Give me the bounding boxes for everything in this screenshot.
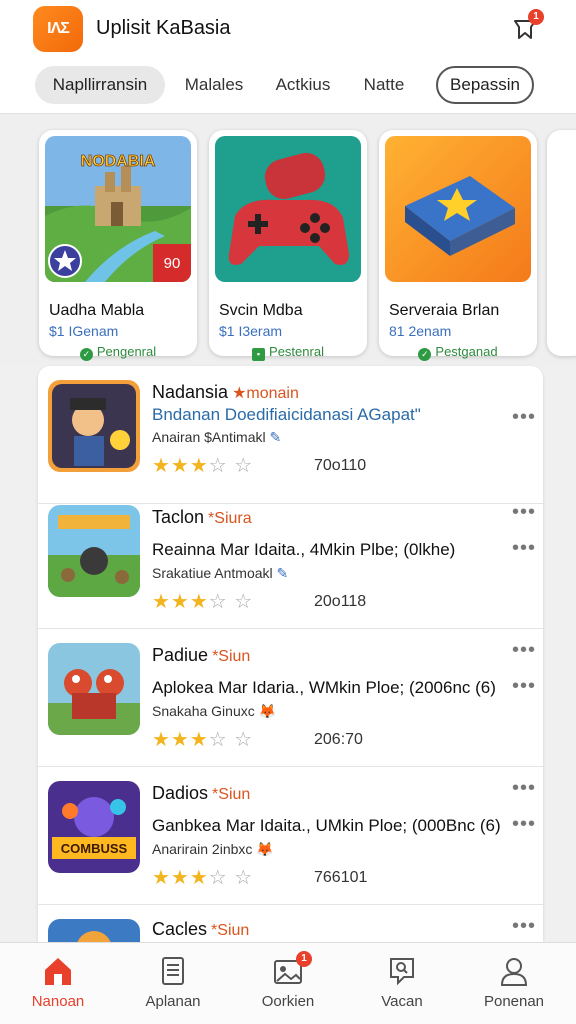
app-developer: Srakatiue Antmoakl ✎ (152, 565, 289, 581)
list-item[interactable]: Padiue *Siun Aplokea Mar Idaria., WMkin P… (38, 629, 543, 767)
tab-0[interactable]: Napllirransin (35, 66, 165, 104)
featured-carousel[interactable]: NODABIA 90 Uadha Mabla $1 IGenam ✓ Pengen… (0, 114, 576, 364)
more-options-icon[interactable]: ••• (512, 675, 536, 698)
rating-stars: ★★★☆ ☆ (152, 455, 254, 477)
search-tag-icon (390, 958, 414, 986)
app-name: Cacles *Siun (152, 919, 250, 939)
rating-stars: ★★★☆ ☆ (152, 867, 254, 889)
flag-icon: ▪ (252, 348, 266, 361)
rating-count: 20o118 (314, 593, 367, 610)
check-icon: ✓ (418, 348, 432, 361)
featured-price: 81 2enam (389, 323, 452, 339)
featured-title: Serveraia Brlan (389, 302, 500, 319)
list-item[interactable]: Nadansia ★monain Bndanan Doedifiaicidanas… (38, 366, 543, 504)
featured-title: Svcin Mdba (219, 302, 303, 319)
featured-price: $1 I3eram (219, 323, 283, 339)
featured-card[interactable]: Serveraia Brlan 81 2enam ✓ Pestganad (379, 130, 537, 361)
app-description: Aplokea Mar Idaria., WMkin Ploe; (2006nc… (152, 678, 496, 697)
list-item[interactable]: COMBUSS Dadios *Siun Ganbkea Mar Idaita.,… (38, 767, 543, 905)
nav-search[interactable]: Vacan (352, 951, 452, 1021)
app-description: Bndanan Doedifiaicidanasi AGapat" (152, 405, 421, 424)
featured-art: NODABIA 90 (45, 136, 191, 282)
app-icon: COMBUSS (48, 781, 140, 873)
nav-label: Nanoan (31, 993, 85, 1010)
app-icon (48, 380, 140, 472)
nav-documents[interactable]: Aplanan (123, 951, 223, 1021)
category-tabs: Napllirransin Malales Actkius Natte Bepa… (0, 66, 576, 106)
featured-art (215, 136, 361, 282)
more-options-icon[interactable]: ••• (512, 406, 536, 429)
list-item[interactable]: Taclon *Siura Reainna Mar Idaita., 4Mkin … (38, 491, 543, 629)
rating-count: 766101 (314, 869, 368, 886)
app-developer: Anairan $Antimakl ✎ (152, 429, 282, 445)
app-description: Reainna Mar Idaita., 4Mkin Plbe; (0lkhe) (152, 540, 456, 559)
featured-status: ✓ Pestganad (379, 344, 537, 361)
featured-title: Uadha Mabla (49, 302, 145, 319)
rating-stars: ★★★☆ ☆ (152, 729, 254, 751)
app-art-text: COMBUSS (61, 841, 128, 856)
featured-art-text: NODABIA (81, 153, 156, 170)
app-icon (48, 505, 140, 597)
tab-1[interactable]: Malales (178, 66, 250, 104)
featured-art (385, 136, 531, 282)
nav-label: Ponenan (483, 993, 545, 1010)
app-list: Nadansia ★monain Bndanan Doedifiaicidanas… (38, 366, 543, 942)
rating-count: 70o110 (314, 457, 367, 474)
more-options-icon[interactable]: ••• (512, 813, 536, 836)
app-header: ΙΛΣ Uplisit KaBasia 1 Napllirransin Mala… (0, 0, 576, 114)
bottom-navigation: Nanoan Aplanan 1 Oorkien Vacan Ponenan (0, 942, 576, 1024)
nav-profile[interactable]: Ponenan (464, 951, 564, 1021)
app-developer: Snakaha Ginuxc 🦊 (152, 703, 277, 719)
featured-card-partial[interactable] (547, 130, 576, 356)
more-options-icon[interactable]: ••• (512, 537, 536, 560)
nav-gallery[interactable]: 1 Oorkien (238, 951, 338, 1021)
rating-stars: ★★★☆ ☆ (152, 591, 254, 613)
list-item[interactable]: Cacles *Siun ••• (38, 905, 543, 942)
more-options-icon[interactable]: ••• (512, 915, 536, 938)
nav-label: Oorkien (261, 993, 315, 1010)
rating-count: 206:70 (314, 731, 363, 748)
more-options-icon[interactable]: ••• (512, 501, 536, 524)
notification-badge: 1 (528, 9, 544, 25)
nav-label: Aplanan (145, 993, 201, 1010)
featured-art-badge: 90 (164, 255, 181, 272)
more-options-icon[interactable]: ••• (512, 777, 536, 800)
profile-icon (500, 958, 528, 986)
app-icon (48, 919, 140, 942)
featured-card[interactable]: NODABIA 90 Uadha Mabla $1 IGenam ✓ Pengen… (39, 130, 197, 361)
featured-price: $1 IGenam (49, 323, 119, 339)
featured-status: ✓ Pengenral (39, 344, 197, 361)
check-icon: ✓ (79, 348, 93, 361)
tab-2[interactable]: Actkius (265, 66, 341, 104)
app-developer: Anarirain 2inbxc 🦊 (152, 841, 274, 857)
app-name: Dadios *Siun (152, 783, 251, 803)
app-description: Ganbkea Mar Idaita., UMkin Ploe; (000Bnc… (152, 816, 501, 835)
app-logo[interactable]: ΙΛΣ (33, 6, 83, 52)
nav-badge: 1 (296, 951, 312, 967)
document-icon (162, 957, 184, 985)
app-name: Taclon *Siura (152, 507, 252, 527)
nav-home[interactable]: Nanoan (8, 951, 108, 1021)
home-icon (45, 958, 71, 985)
app-name: Nadansia ★monain (152, 382, 299, 402)
tab-3[interactable]: Natte (356, 66, 412, 104)
app-icon (48, 643, 140, 735)
featured-status: ▪ Pestenral (209, 344, 367, 361)
tab-4[interactable]: Bepassin (436, 66, 534, 104)
app-name: Padiue *Siun (152, 645, 251, 665)
app-title: Uplisit KaBasia (96, 17, 231, 39)
nav-label: Vacan (381, 993, 423, 1010)
more-options-icon[interactable]: ••• (512, 639, 536, 662)
featured-card[interactable]: Svcin Mdba $1 I3eram ▪ Pestenral (209, 130, 367, 361)
